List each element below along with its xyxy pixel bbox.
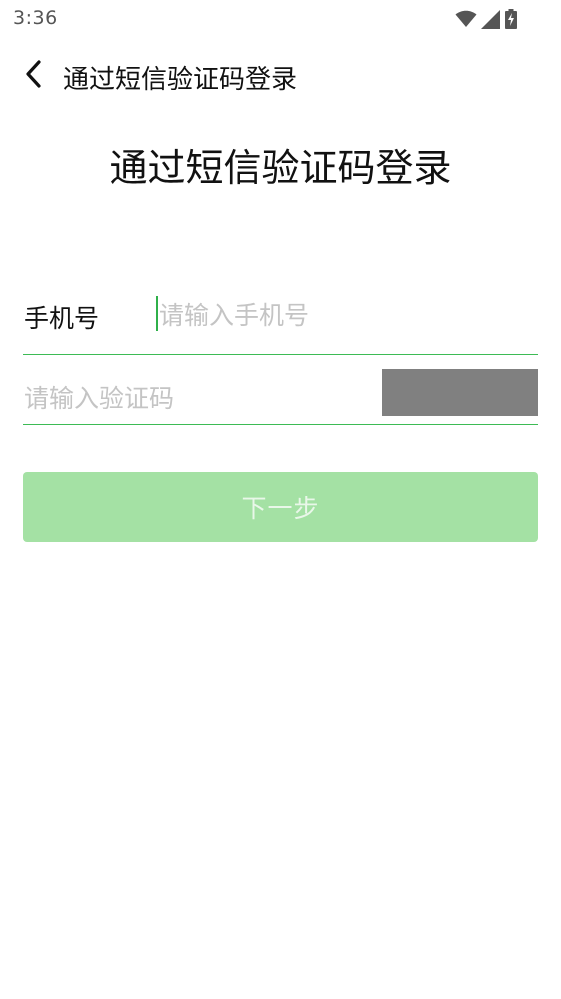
text-cursor bbox=[156, 296, 158, 331]
battery-charging-icon bbox=[505, 9, 517, 29]
phone-input[interactable] bbox=[156, 293, 529, 337]
phone-label: 手机号 bbox=[24, 304, 100, 333]
get-code-button[interactable] bbox=[382, 369, 538, 416]
wifi-icon bbox=[455, 10, 477, 28]
phone-field-row: 手机号 bbox=[23, 285, 538, 355]
back-button[interactable] bbox=[14, 56, 54, 96]
next-step-button[interactable]: 下一步 bbox=[23, 472, 538, 542]
page-title: 通过短信验证码登录 bbox=[109, 146, 452, 190]
verification-code-input[interactable] bbox=[23, 376, 364, 420]
chevron-left-icon bbox=[24, 59, 44, 93]
code-field-row bbox=[23, 366, 538, 425]
status-time: 3:36 bbox=[13, 7, 58, 29]
top-app-bar: 通过短信验证码登录 bbox=[0, 50, 561, 102]
signal-icon bbox=[481, 9, 501, 29]
top-bar-title: 通过短信验证码登录 bbox=[63, 65, 298, 95]
status-bar: 3:36 bbox=[0, 0, 561, 38]
status-icons bbox=[455, 8, 517, 30]
